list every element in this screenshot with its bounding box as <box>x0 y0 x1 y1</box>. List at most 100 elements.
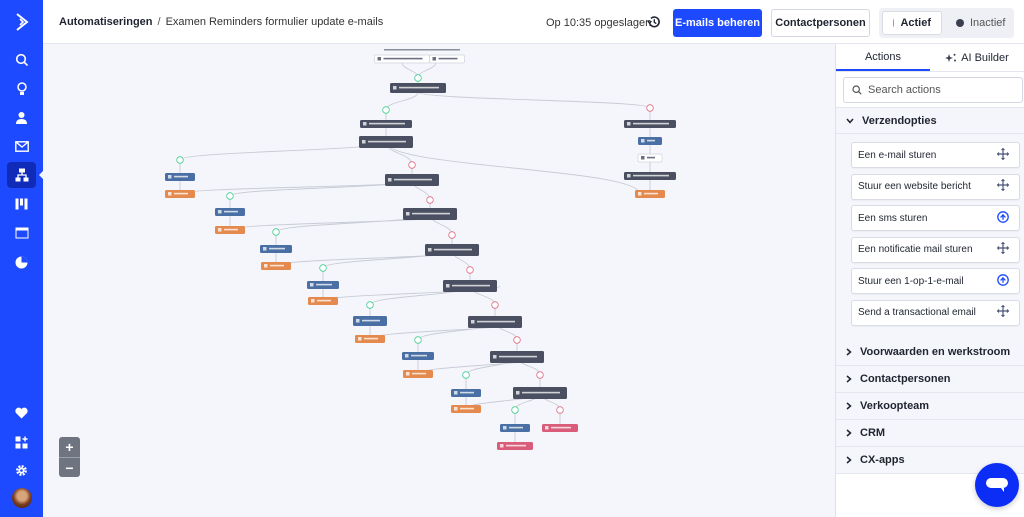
section-collapsed[interactable]: Verkoopteam <box>836 393 1024 420</box>
node-icon <box>310 283 314 287</box>
active-dot-icon <box>893 19 895 27</box>
upgrade-icon[interactable] <box>997 210 1009 226</box>
node-text <box>460 391 474 394</box>
node-icon <box>218 228 222 232</box>
action-label: Stuur een 1-op-1-e-mail <box>858 275 964 287</box>
sidebar-item-settings[interactable] <box>7 457 36 483</box>
node-icon <box>446 284 450 288</box>
breadcrumb-root[interactable]: Automatiseringen <box>59 16 153 28</box>
sidebar-item-deals[interactable] <box>7 191 36 217</box>
sidebar-item-apps[interactable] <box>7 429 36 455</box>
activecampaign-logo-icon <box>15 12 29 31</box>
no-branch-marker <box>646 104 654 112</box>
node-icon <box>168 192 172 196</box>
manage-emails-button[interactable]: E-mails beheren <box>673 9 762 37</box>
node-text <box>522 391 560 394</box>
node-icon <box>406 212 410 216</box>
node-text <box>633 122 669 125</box>
zoom-in-button[interactable]: + <box>59 437 80 457</box>
action-item[interactable]: Een notificatie mail sturen <box>851 236 1020 263</box>
sidebar-item-ideas[interactable] <box>7 76 36 102</box>
connector-line <box>229 179 413 213</box>
section-label: CRM <box>860 427 886 439</box>
actions-panel: Actions AI Builder Verzendopties Een e-m… <box>835 44 1024 517</box>
node-text <box>499 355 537 358</box>
action-item[interactable]: Een sms sturen <box>851 205 1020 231</box>
reports-icon <box>15 256 28 268</box>
node-text <box>647 139 655 142</box>
action-item[interactable]: Stuur een website bericht <box>851 173 1020 200</box>
node-icon <box>432 57 436 61</box>
node-icon <box>264 264 268 268</box>
logo[interactable] <box>0 0 43 43</box>
action-item[interactable]: Een e-mail sturen <box>851 142 1020 168</box>
node-text <box>399 86 439 89</box>
node-text <box>647 156 655 159</box>
sidebar <box>0 0 44 517</box>
avatar[interactable] <box>12 488 32 508</box>
move-icon[interactable] <box>996 304 1010 320</box>
yes-branch-marker <box>414 336 422 344</box>
yes-branch-marker <box>366 301 374 309</box>
action-item[interactable]: Stuur een 1-op-1-e-mail <box>851 268 1020 294</box>
node-text <box>412 372 426 375</box>
no-branch-marker <box>491 301 499 309</box>
section-label: Verzendopties <box>862 114 937 127</box>
action-item[interactable]: Send a transactional email <box>851 299 1020 326</box>
contacts-button[interactable]: Contactpersonen <box>771 9 870 37</box>
action-label: Send a transactional email <box>858 307 976 318</box>
move-icon[interactable] <box>996 241 1010 257</box>
sidebar-item-favorites[interactable] <box>7 400 36 426</box>
node-text <box>369 122 405 125</box>
tab-actions[interactable]: Actions <box>836 44 930 71</box>
tab-ai-builder[interactable]: AI Builder <box>930 44 1024 71</box>
panel-tabs: Actions AI Builder <box>836 44 1024 72</box>
node-icon <box>500 444 504 448</box>
node-text <box>316 283 332 286</box>
node-icon <box>641 156 645 160</box>
node-icon <box>168 175 172 179</box>
action-label: Stuur een website bericht <box>858 181 971 192</box>
zoom-out-button[interactable]: − <box>59 458 80 478</box>
sidebar-item-website[interactable] <box>7 220 36 246</box>
status-active-option[interactable]: Actief <box>882 11 942 35</box>
status-inactive-option[interactable]: Inactief <box>946 11 1015 35</box>
section-collapsed[interactable]: Voorwaarden en werkstroom <box>836 339 1024 366</box>
breadcrumb-current[interactable]: Examen Reminders formulier update e-mail… <box>166 16 384 28</box>
website-icon <box>15 227 28 239</box>
search-actions-field[interactable] <box>843 77 1023 103</box>
sidebar-item-reports[interactable] <box>7 249 36 275</box>
node-icon <box>363 122 367 126</box>
section-label: Voorwaarden en werkstroom <box>860 346 1011 358</box>
move-icon[interactable] <box>996 147 1010 163</box>
status-active-label: Actief <box>900 17 931 29</box>
node-text <box>644 192 658 195</box>
node-icon <box>516 391 520 395</box>
yes-branch-marker <box>176 156 184 164</box>
workflow-canvas[interactable]: + − <box>43 44 835 517</box>
contact-icon <box>16 111 27 124</box>
move-icon[interactable] <box>996 178 1010 194</box>
node-text <box>364 337 378 340</box>
yes-branch-marker <box>382 106 390 114</box>
search-actions-input[interactable] <box>868 84 1008 96</box>
section-collapsed[interactable]: Contactpersonen <box>836 366 1024 393</box>
header: Automatiseringen / Examen Reminders form… <box>43 0 1024 44</box>
sidebar-item-search[interactable] <box>7 47 36 73</box>
upgrade-icon[interactable] <box>997 273 1009 289</box>
node-text <box>394 178 432 181</box>
node-icon <box>377 57 381 61</box>
yes-branch-marker <box>272 228 280 236</box>
sidebar-item-campaigns[interactable] <box>7 133 36 159</box>
status-toggle: Actief Inactief <box>879 8 1014 38</box>
node-text <box>434 248 472 251</box>
sidebar-item-automations[interactable] <box>7 162 36 188</box>
section-verzendopties[interactable]: Verzendopties <box>836 107 1024 134</box>
history-button[interactable] <box>647 15 661 34</box>
chat-button[interactable] <box>975 463 1019 507</box>
node-text <box>174 175 188 178</box>
sidebar-item-contacts[interactable] <box>7 104 36 130</box>
section-collapsed[interactable]: CRM <box>836 420 1024 447</box>
chat-icon <box>986 478 1008 492</box>
no-branch-marker <box>426 196 434 204</box>
